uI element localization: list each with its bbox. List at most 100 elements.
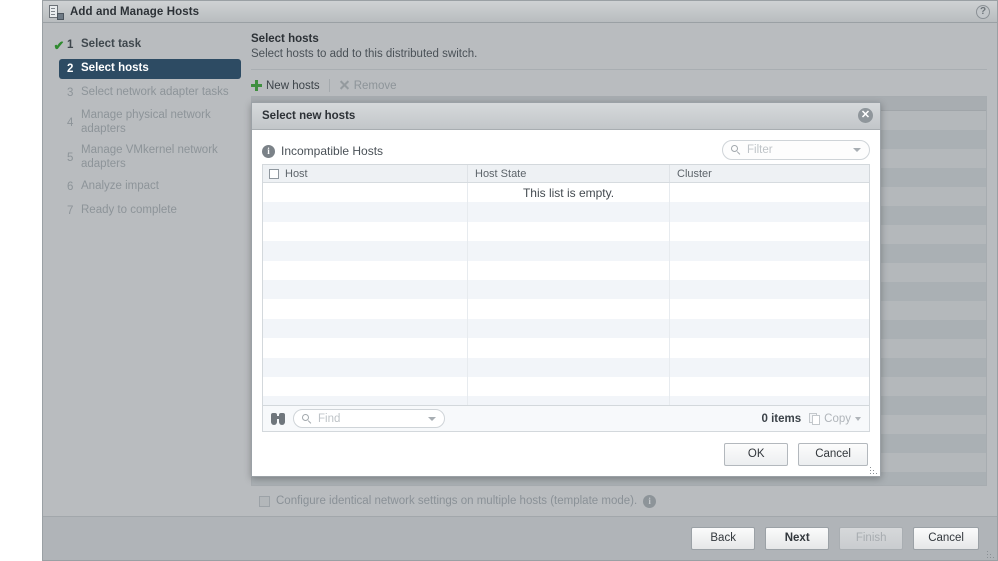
step-label: Manage VMkernel network adapters (81, 144, 218, 170)
chevron-down-icon[interactable] (428, 416, 436, 421)
column-label: Host State (475, 167, 527, 180)
sidebar-step-ready-to-complete[interactable]: 7 Ready to complete (47, 201, 247, 221)
search-icon (731, 145, 741, 155)
step-number: 5 (67, 151, 74, 164)
next-button[interactable]: Next (765, 527, 830, 550)
window-resize-grip[interactable] (985, 549, 994, 558)
finish-button: Finish (839, 527, 904, 550)
info-icon[interactable]: i (643, 494, 657, 508)
sidebar-step-select-task[interactable]: ✔ 1 Select task (47, 35, 247, 55)
switch-icon (49, 4, 64, 20)
table-cell-state (468, 396, 670, 405)
table-row[interactable] (263, 299, 869, 319)
table-cell-state (468, 202, 670, 222)
content-header: Select hosts Select hosts to add to this… (251, 31, 987, 65)
step-number: 3 (67, 87, 74, 99)
dialog-resize-grip[interactable] (868, 465, 877, 474)
column-header-host-state[interactable]: Host State (468, 165, 670, 182)
table-row[interactable] (263, 376, 869, 397)
table-row[interactable] (263, 357, 869, 377)
table-cell-state (468, 318, 670, 339)
dialog-titlebar: Select new hosts ✕ (252, 103, 880, 130)
table-cell-cluster (670, 183, 869, 202)
step-number: 7 (67, 205, 74, 217)
search-icon (302, 413, 312, 424)
step-label: Manage physical network adapters (81, 109, 211, 135)
table-cell-host (263, 376, 468, 397)
find-placeholder: Find (318, 412, 341, 425)
sidebar-step-network-adapter-tasks[interactable]: 3 Select network adapter tasks (47, 83, 247, 103)
column-header-cluster[interactable]: Cluster (670, 165, 869, 182)
table-cell-cluster (670, 202, 869, 221)
dialog-title: Select new hosts (262, 110, 356, 122)
column-label: Host (285, 167, 308, 180)
select-all-checkbox[interactable] (269, 168, 279, 179)
table-cell-host (263, 260, 468, 280)
table-footer-toolbar: Find 0 items Copy (262, 405, 870, 432)
find-input[interactable]: Find (293, 409, 445, 428)
binoculars-icon[interactable] (271, 412, 285, 425)
table-cell-host (263, 202, 468, 222)
table-cell-cluster (670, 338, 869, 357)
table-cell-host (263, 221, 468, 242)
table-row[interactable] (263, 338, 869, 358)
back-button[interactable]: Back (691, 527, 756, 550)
sidebar-step-select-hosts[interactable]: 2 Select hosts (59, 59, 241, 79)
table-row[interactable] (263, 318, 869, 339)
plus-icon (251, 80, 262, 91)
new-hosts-button[interactable]: New hosts (251, 80, 320, 92)
table-cell-cluster (670, 299, 869, 318)
remove-label: Remove (353, 79, 397, 92)
table-cell-host (263, 318, 468, 339)
window-title: Add and Manage Hosts (70, 5, 200, 18)
copy-icon (809, 412, 821, 425)
table-cell-host (263, 279, 468, 300)
step-number: 1 (67, 39, 74, 51)
table-row[interactable] (263, 241, 869, 261)
table-cell-host (263, 299, 468, 319)
table-cell-cluster (670, 377, 869, 396)
table-row[interactable] (263, 221, 869, 242)
ok-button[interactable]: OK (724, 442, 789, 466)
table-row[interactable]: This list is empty. (263, 183, 869, 203)
empty-list-message: This list is empty. (522, 185, 615, 200)
step-label: Analyze impact (81, 180, 159, 193)
new-hosts-label: New hosts (266, 79, 320, 92)
table-cell-host (263, 357, 468, 377)
table-row[interactable] (263, 202, 869, 222)
table-cell-cluster (670, 280, 869, 299)
hosts-table: Host Host State Cluster This list is emp… (262, 164, 870, 405)
table-cell-state (468, 260, 670, 280)
template-mode-row: Configure identical network settings on … (251, 486, 987, 516)
info-icon[interactable]: i (262, 144, 275, 158)
chevron-down-icon[interactable] (853, 148, 861, 152)
toolbar-divider (328, 79, 330, 92)
help-question-icon[interactable]: ? (976, 5, 990, 19)
table-cell-state (468, 241, 670, 261)
table-row[interactable] (263, 396, 869, 405)
sidebar-step-analyze-impact[interactable]: 6 Analyze impact (47, 177, 247, 197)
table-cell-state (468, 338, 670, 358)
table-cell-state: This list is empty. (468, 183, 670, 203)
filter-input[interactable]: Filter (722, 140, 870, 160)
copy-button: Copy (809, 412, 861, 425)
table-cell-host (263, 183, 468, 203)
table-cell-state (468, 357, 670, 377)
page-title: Select hosts (251, 33, 319, 45)
table-row[interactable] (263, 279, 869, 300)
table-cell-cluster (670, 261, 869, 280)
step-complete-check-icon: ✔ (53, 37, 65, 53)
table-row[interactable] (263, 260, 869, 280)
cancel-button[interactable]: Cancel (913, 527, 979, 550)
column-header-host[interactable]: Host (263, 165, 468, 182)
table-cell-state (468, 299, 670, 319)
sidebar-step-manage-vmkernel-adapters[interactable]: 5 Manage VMkernel network adapters (47, 142, 247, 173)
remove-x-icon (339, 80, 350, 91)
table-cell-cluster (670, 396, 869, 405)
table-cell-host (263, 241, 468, 261)
sidebar-step-manage-physical-adapters[interactable]: 4 Manage physical network adapters (47, 107, 247, 138)
close-icon[interactable]: ✕ (858, 108, 873, 123)
table-cell-host (263, 396, 468, 405)
dialog-cancel-button[interactable]: Cancel (798, 442, 868, 466)
incompatible-hosts-label: Incompatible Hosts (281, 144, 384, 158)
